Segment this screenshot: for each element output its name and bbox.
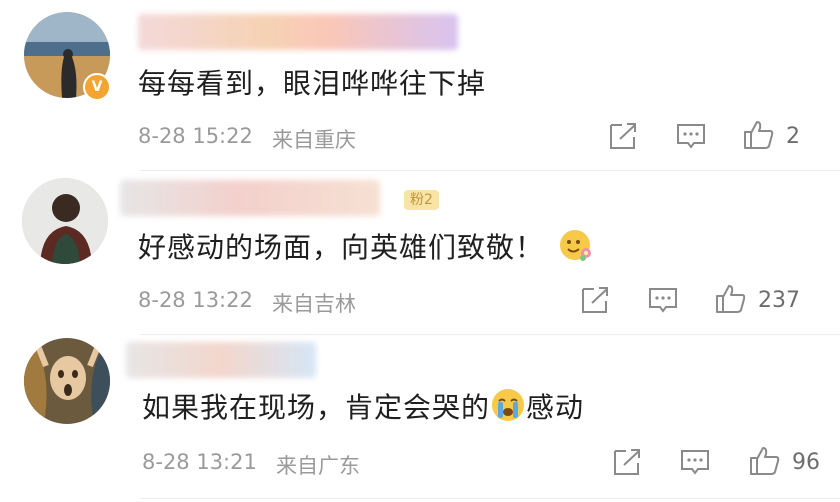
share-icon [610, 123, 636, 149]
comment-text-content: 如果我在现场，肯定会哭的 [142, 391, 491, 424]
comment-text-content: 好感动的场面，向英雄们致敬！ [138, 231, 545, 264]
comment-location: 来自广东 [276, 454, 360, 478]
avatar-image [24, 338, 110, 424]
avatar[interactable] [24, 338, 110, 424]
share-icon [582, 287, 608, 313]
username-blurred[interactable] [120, 180, 380, 216]
like-count: 2 [786, 124, 800, 149]
comment-button[interactable] [646, 285, 680, 315]
comment-button[interactable] [674, 121, 708, 151]
comment-3: 如果我在现场，肯定会哭的 感动 8-28 13:21 来自广东 96 [0, 334, 840, 502]
comment-location: 来自吉林 [272, 292, 356, 316]
divider [140, 498, 840, 499]
like-count: 96 [792, 450, 820, 475]
comment-icon [649, 288, 677, 313]
comment-time: 8-28 15:22 [138, 124, 253, 148]
avatar[interactable] [22, 178, 108, 264]
share-icon [614, 449, 640, 475]
like-count: 237 [758, 288, 800, 313]
crying-emoji-graphic [492, 389, 525, 421]
thumbs-up-icon [750, 447, 780, 475]
share-button[interactable] [610, 447, 644, 477]
username-blurred[interactable] [138, 14, 458, 50]
thumbs-up-icon [744, 121, 774, 149]
comment-text-suffix: 感动 [526, 391, 585, 424]
avatar-image [22, 178, 108, 264]
share-button[interactable] [578, 285, 612, 315]
comment-icon [677, 124, 705, 149]
flower-smile-emoji-graphic [560, 230, 592, 261]
comment-1: V 每每看到，眼泪哗哗往下掉 8-28 15:22 来自重庆 2 [0, 0, 840, 168]
comment-location: 来自重庆 [272, 128, 356, 152]
like-button[interactable] [714, 283, 748, 313]
like-button[interactable] [748, 445, 782, 475]
username-blurred[interactable] [126, 342, 316, 378]
comment-time: 8-28 13:21 [142, 450, 257, 474]
crying-emoji [490, 387, 526, 423]
fan-badge: 粉2 [404, 190, 439, 210]
comment-time: 8-28 13:22 [138, 288, 253, 312]
comment-text: 每每看到，眼泪哗哗往下掉 [138, 67, 487, 100]
comment-text: 好感动的场面，向英雄们致敬！ [138, 226, 594, 266]
comment-button[interactable] [678, 447, 712, 477]
thumbs-up-icon [716, 285, 746, 313]
like-button[interactable] [742, 119, 776, 149]
comment-text: 如果我在现场，肯定会哭的 感动 [142, 386, 584, 426]
verified-badge: V [83, 73, 111, 101]
comment-2: 粉2 好感动的场面，向英雄们致敬！ 8-28 13:22 来自吉林 237 [0, 170, 840, 330]
share-button[interactable] [606, 121, 640, 151]
comment-icon [681, 450, 709, 475]
flower-smile-emoji [558, 227, 594, 263]
